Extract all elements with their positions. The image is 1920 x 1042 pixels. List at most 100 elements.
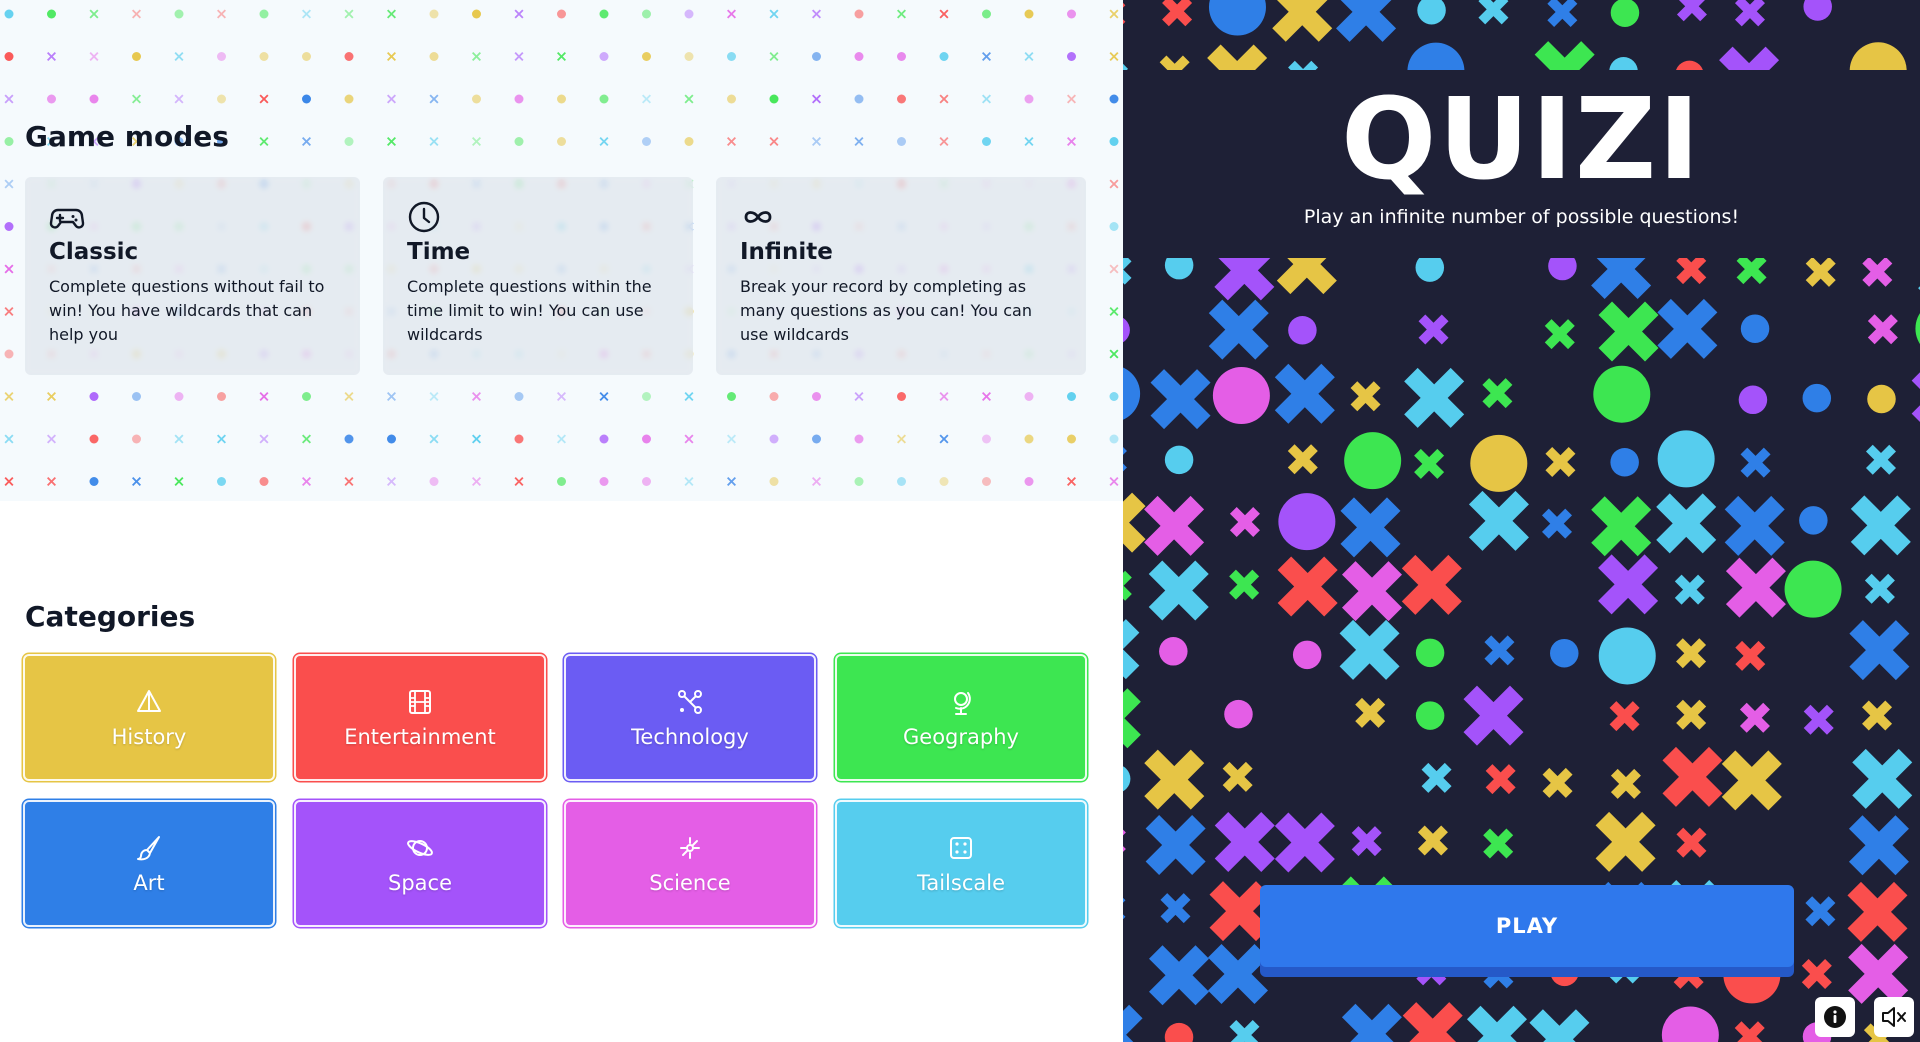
- pattern-dot: [429, 9, 439, 19]
- pattern-shape: [1805, 258, 1836, 287]
- pattern-shape: [1799, 506, 1828, 535]
- pattern-shape: [1849, 42, 1907, 70]
- mode-card-classic[interactable]: Classic Complete questions without fail …: [25, 177, 360, 375]
- pattern-dot: [1067, 137, 1076, 146]
- pattern-shape: [1803, 704, 1834, 735]
- pattern-dot: [514, 94, 524, 104]
- pattern-shape: [1593, 365, 1651, 423]
- pattern-dot: [472, 392, 481, 401]
- pattern-shape: [1656, 493, 1717, 554]
- pattern-dot: [642, 52, 651, 61]
- pattern-dot: [982, 52, 991, 61]
- pattern-shape: [1468, 490, 1529, 551]
- pattern-dot: [684, 392, 694, 401]
- pattern-dot: [472, 137, 481, 146]
- pattern-dot: [514, 52, 524, 61]
- mode-card-time[interactable]: Time Complete questions within the time …: [383, 177, 693, 375]
- pattern-dot: [982, 9, 991, 19]
- pattern-dot: [344, 52, 354, 61]
- category-space[interactable]: Space: [294, 800, 546, 927]
- pattern-shape: [1724, 495, 1785, 556]
- pattern-dot: [854, 9, 864, 19]
- pattern-dot: [599, 9, 609, 19]
- category-science[interactable]: Science: [564, 800, 816, 927]
- pattern-shape: [1849, 620, 1910, 681]
- pattern-shape: [1598, 301, 1659, 362]
- pattern-dot: [4, 137, 14, 146]
- pattern-dot: [939, 434, 949, 444]
- pattern-dot: [1109, 264, 1119, 274]
- pattern-shape: [1207, 44, 1268, 70]
- pattern-shape: [1547, 0, 1578, 27]
- pattern-dot: [939, 52, 949, 61]
- right-panel: QUIZI Play an infinite number of possibl…: [1123, 0, 1920, 1042]
- pattern-shape: [1339, 619, 1400, 680]
- pattern-dot: [1067, 9, 1076, 19]
- category-geography[interactable]: Geography: [835, 654, 1087, 781]
- pattern-shape: [1911, 372, 1920, 422]
- pattern-shape: [1222, 761, 1253, 792]
- pattern-shape: [1164, 445, 1194, 475]
- category-art[interactable]: Art: [23, 800, 275, 927]
- pattern-dot: [642, 434, 651, 444]
- pattern-shape: [1740, 314, 1770, 343]
- pattern-dot: [854, 94, 864, 104]
- pattern-dot: [557, 9, 566, 19]
- mode-name: Time: [407, 239, 471, 265]
- pattern-dot: [47, 392, 56, 401]
- play-button[interactable]: PLAY: [1260, 885, 1794, 967]
- category-label: History: [111, 724, 187, 749]
- pattern-shape: [1123, 897, 1126, 920]
- pattern-dot: [4, 222, 14, 231]
- pattern-dot: [939, 477, 949, 486]
- pattern-dot: [897, 434, 906, 444]
- category-tailscale[interactable]: Tailscale: [835, 800, 1087, 927]
- pattern-dot: [344, 94, 354, 104]
- pattern-dot: [982, 392, 991, 401]
- pattern-dot: [1024, 94, 1034, 104]
- pattern-shape: [1550, 638, 1579, 668]
- pattern-dot: [1109, 52, 1119, 61]
- pattern-dot: [89, 392, 99, 401]
- pattern-dot: [557, 434, 566, 444]
- pattern-shape: [1734, 0, 1765, 27]
- pattern-dot: [472, 434, 481, 444]
- pattern-dot: [259, 94, 269, 104]
- pattern-shape: [1274, 812, 1335, 873]
- pattern-dot: [939, 137, 949, 146]
- pattern-shape: [1292, 640, 1322, 670]
- pattern-shape: [1529, 1009, 1590, 1042]
- pattern-shape: [1144, 749, 1205, 810]
- pattern-dot: [812, 137, 821, 146]
- gamepad-icon: [49, 208, 85, 229]
- category-technology[interactable]: Technology: [564, 654, 816, 781]
- pattern-dot: [599, 94, 609, 104]
- pattern-shape: [1598, 627, 1656, 685]
- pattern-dot: [4, 434, 14, 444]
- pattern-dot: [599, 392, 609, 401]
- mode-card-infinite[interactable]: Infinite Break your record by completing…: [716, 177, 1086, 375]
- category-entertainment[interactable]: Entertainment: [294, 654, 546, 781]
- film-icon: [409, 689, 431, 714]
- pattern-shape: [1915, 313, 1920, 345]
- pattern-shape: [1344, 432, 1402, 490]
- pattern-dot: [344, 392, 354, 401]
- mute-button[interactable]: [1874, 997, 1914, 1037]
- info-button[interactable]: [1815, 997, 1855, 1037]
- pattern-shape: [1417, 825, 1448, 856]
- category-history[interactable]: History: [23, 654, 275, 781]
- pattern-shape: [1865, 444, 1896, 475]
- pattern-shape: [1548, 258, 1577, 281]
- pattern-dot: [1109, 477, 1119, 486]
- pyramid-icon: [137, 689, 161, 712]
- category-label: Space: [388, 870, 452, 895]
- category-label: Entertainment: [344, 724, 496, 749]
- pattern-shape: [1340, 497, 1401, 558]
- pattern-shape: [1123, 570, 1132, 601]
- pattern-dot: [89, 52, 99, 61]
- pattern-dot: [1109, 307, 1119, 316]
- pattern-dot: [727, 94, 736, 104]
- pattern-dot: [344, 9, 354, 19]
- pattern-dot: [514, 477, 524, 486]
- pattern-shape: [1734, 1021, 1765, 1042]
